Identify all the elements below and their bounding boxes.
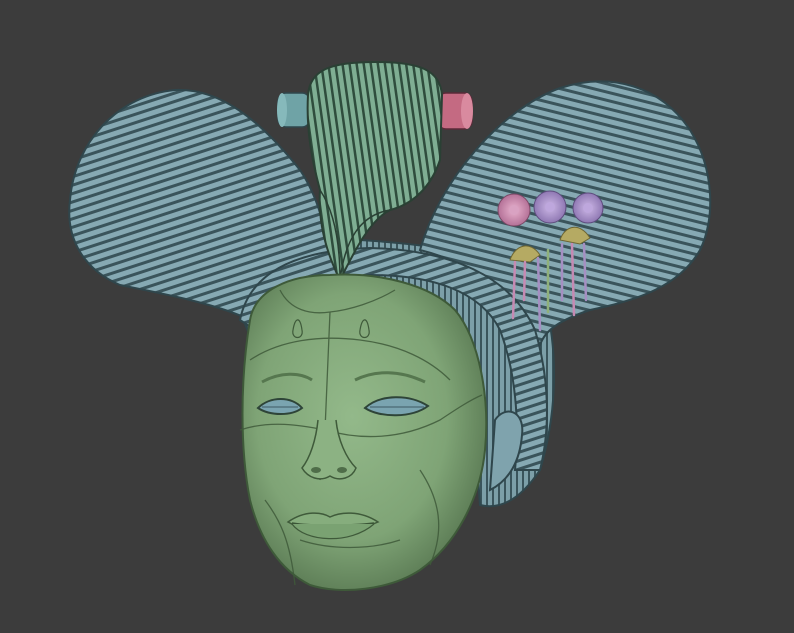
flower-3	[572, 192, 604, 224]
face	[239, 273, 488, 591]
flower-2	[533, 190, 567, 224]
hairpin-left	[277, 92, 311, 128]
hairpin-right	[437, 92, 473, 130]
flower-1	[497, 193, 531, 227]
viewport-canvas[interactable]	[0, 0, 794, 633]
geisha-head-render	[68, 60, 712, 591]
